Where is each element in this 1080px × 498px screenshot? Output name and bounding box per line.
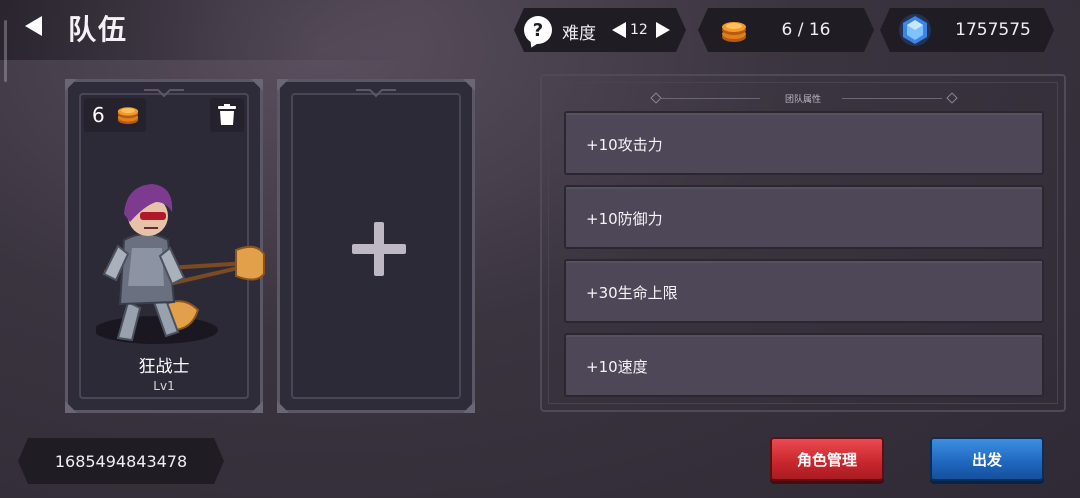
difficulty-decrease-button[interactable]	[610, 20, 628, 40]
add-hero-button[interactable]	[350, 220, 408, 278]
attribute-row: +10速度	[564, 333, 1044, 397]
attribute-text: +30生命上限	[586, 284, 678, 302]
attribute-text: +10攻击力	[586, 136, 663, 154]
card-corner	[463, 401, 475, 413]
trash-icon	[218, 104, 236, 125]
remove-hero-button[interactable]	[210, 98, 244, 132]
hero-cost-value: 6	[92, 103, 105, 127]
help-icon[interactable]: ?	[524, 16, 552, 44]
hero-card[interactable]: 6 狂战士 Lv1	[65, 79, 265, 413]
plus-icon	[352, 222, 406, 276]
header-background	[0, 0, 420, 60]
gold-counter: 6 / 16	[698, 8, 874, 52]
card-corner	[65, 401, 77, 413]
page-title: 队伍	[68, 13, 129, 46]
attribute-text: +10速度	[586, 358, 648, 376]
attribute-text: +10防御力	[586, 210, 663, 228]
back-button[interactable]	[18, 12, 48, 40]
berserker-hero-image	[96, 184, 265, 344]
arrow-left-icon	[610, 20, 628, 40]
gold-coin-icon	[117, 107, 139, 125]
card-notch	[356, 89, 396, 98]
gold-coin-icon	[720, 17, 748, 43]
card-corner	[277, 401, 289, 413]
team-attributes-panel: 团队属性 +10攻击力 +10防御力 +30生命上限 +10速度	[540, 74, 1066, 412]
divider-line	[842, 98, 942, 99]
hero-level: Lv1	[153, 379, 175, 393]
hero-name: 狂战士	[138, 357, 190, 377]
gem-icon	[898, 13, 932, 47]
empty-hero-slot[interactable]	[277, 79, 475, 413]
gem-counter: 1757575	[880, 8, 1054, 52]
depart-button[interactable]: 出发	[930, 437, 1044, 481]
card-corner	[65, 79, 77, 91]
card-corner	[463, 79, 475, 91]
edge-decoration	[4, 20, 7, 82]
attribute-row: +10防御力	[564, 185, 1044, 249]
gold-value: 6 / 16	[781, 20, 831, 40]
difficulty-selector: ? 难度 12	[514, 8, 686, 52]
card-corner	[251, 401, 263, 413]
back-arrow-icon	[25, 16, 42, 36]
card-corner	[251, 79, 263, 91]
player-id: 1685494843478	[18, 438, 224, 484]
team-attributes-title: 团队属性	[784, 95, 821, 105]
hero-cost-badge: 6	[84, 98, 146, 132]
attribute-row: +30生命上限	[564, 259, 1044, 323]
difficulty-increase-button[interactable]	[654, 20, 672, 40]
attribute-row: +10攻击力	[564, 111, 1044, 175]
card-corner	[277, 79, 289, 91]
difficulty-value: 12	[630, 22, 648, 38]
arrow-right-icon	[654, 20, 672, 40]
character-management-button[interactable]: 角色管理	[770, 437, 884, 481]
difficulty-label: 难度	[562, 24, 596, 44]
gem-value: 1757575	[955, 20, 1031, 40]
card-notch	[144, 89, 184, 98]
